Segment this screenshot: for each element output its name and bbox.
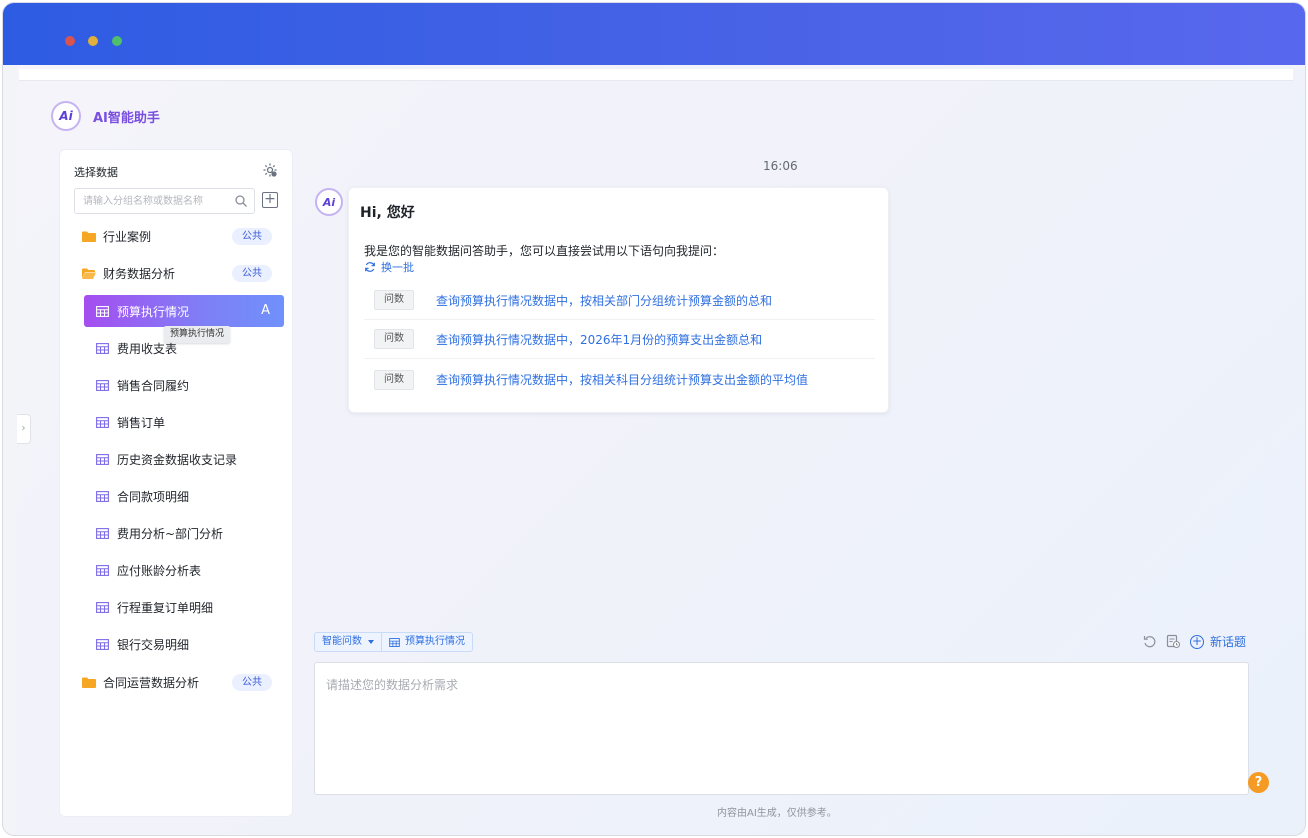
question-input-box [314, 662, 1249, 795]
group-label: 合同运营数据分析 [103, 675, 200, 690]
refresh-suggestions-button[interactable]: 换一批 [364, 259, 414, 275]
table-icon [96, 601, 109, 613]
sidebar-heading: 选择数据 [74, 166, 118, 179]
sidebar-item-label: 销售订单 [117, 415, 166, 430]
public-badge: 公共 [232, 265, 272, 282]
sidebar-item-label: 行程重复订单明细 [117, 600, 214, 615]
folder-icon [82, 231, 96, 242]
caret-down-icon [368, 640, 374, 644]
close-window-button[interactable] [65, 36, 75, 46]
welcome-message-card: Hi, 您好 我是您的智能数据问答助手，您可以直接尝试用以下语句向我提问： 换一… [348, 187, 889, 413]
table-icon [96, 490, 109, 502]
mode-select[interactable]: 智能问数 [315, 633, 381, 651]
question-text[interactable]: 查询预算执行情况数据中，按相关部门分组统计预算金额的总和 [436, 292, 772, 309]
gear-icon[interactable] [262, 162, 278, 178]
title-bar [3, 3, 1305, 65]
sidebar-item-expense-table[interactable]: 费用收支表 [84, 332, 284, 364]
table-icon [96, 342, 109, 354]
folder-icon [82, 677, 96, 688]
table-icon [389, 637, 400, 647]
sidebar-item-label: 银行交易明细 [117, 637, 190, 652]
group-label: 行业案例 [103, 229, 152, 244]
table-icon [96, 527, 109, 539]
sidebar-item-duplicate-orders[interactable]: 行程重复订单明细 [84, 591, 284, 623]
app-window: Ai AI智能助手 › 选择数据 + 行业案例 公共 财务 [2, 2, 1306, 836]
bot-avatar-icon: Ai [315, 188, 343, 216]
data-search-field [74, 188, 255, 214]
new-topic-label: 新话题 [1210, 635, 1247, 649]
data-search-input[interactable] [75, 189, 225, 213]
group-industry-cases[interactable]: 行业案例 [82, 226, 151, 246]
group-label: 财务数据分析 [103, 266, 176, 281]
sidebar-item-label: 费用分析~部门分析 [117, 526, 224, 541]
public-badge: 公共 [232, 228, 272, 245]
sidebar-item-dept-expense[interactable]: 费用分析~部门分析 [84, 517, 284, 549]
sidebar-item-label: 费用收支表 [117, 341, 178, 356]
table-icon [96, 453, 109, 465]
new-topic-button[interactable]: + 新话题 [1190, 633, 1246, 650]
dataset-chip[interactable]: 预算执行情况 [381, 633, 472, 651]
intro-text: 我是您的智能数据问答助手，您可以直接尝试用以下语句向我提问： [364, 244, 725, 258]
table-icon [96, 416, 109, 428]
sidebar-item-sales-contract[interactable]: 销售合同履约 [84, 369, 284, 401]
suggested-question[interactable]: 问数 查询预算执行情况数据中，按相关部门分组统计预算金额的总和 [364, 281, 875, 320]
top-strip [19, 69, 1293, 81]
plus-circle-icon: + [1190, 633, 1204, 649]
group-finance-analysis[interactable]: 财务数据分析 [82, 263, 175, 283]
question-text[interactable]: 查询预算执行情况数据中，2026年1月份的预算支出金额总和 [436, 331, 762, 348]
font-a-icon[interactable]: A [261, 303, 270, 318]
dataset-label: 预算执行情况 [405, 636, 465, 647]
table-icon [96, 379, 109, 391]
sidebar-item-payable-aging[interactable]: 应付账龄分析表 [84, 554, 284, 586]
suggested-question[interactable]: 问数 查询预算执行情况数据中，2026年1月份的预算支出金额总和 [364, 320, 875, 359]
sidebar-item-sales-orders[interactable]: 销售订单 [84, 406, 284, 438]
question-tag: 问数 [374, 329, 414, 349]
history-icon[interactable] [1166, 634, 1181, 649]
sidebar-item-fund-history[interactable]: 历史资金数据收支记录 [84, 443, 284, 475]
table-icon [96, 564, 109, 576]
sidebar-item-label: 合同款项明细 [117, 489, 190, 504]
data-sidebar: 选择数据 + 行业案例 公共 财务数据分析 公共 [59, 149, 293, 817]
add-group-button[interactable]: + [262, 192, 278, 208]
sidebar-toggle-chevron-icon[interactable]: › [17, 414, 31, 444]
group-contract-operations[interactable]: 合同运营数据分析 [82, 672, 199, 692]
mode-label: 智能问数 [322, 636, 362, 647]
sidebar-item-label: 历史资金数据收支记录 [117, 452, 238, 467]
app-title: AI智能助手 [93, 110, 160, 126]
suggested-question[interactable]: 问数 查询预算执行情况数据中，按相关科目分组统计预算支出金额的平均值 [364, 360, 875, 399]
message-timestamp: 16:06 [763, 159, 798, 173]
sidebar-item-budget-execution[interactable]: 预算执行情况 A [84, 295, 284, 327]
ai-disclaimer: 内容由AI生成，仅供参考。 [717, 808, 837, 819]
public-badge: 公共 [232, 674, 272, 691]
question-tag: 问数 [374, 369, 414, 390]
main-content: Ai AI智能助手 › 选择数据 + 行业案例 公共 财务 [17, 65, 1305, 835]
folder-open-icon [82, 268, 96, 279]
greeting: Hi, 您好 [360, 205, 415, 221]
table-icon [96, 305, 109, 317]
search-icon[interactable] [234, 194, 248, 208]
brand: Ai AI智能助手 [51, 101, 160, 131]
refresh-label: 换一批 [381, 261, 414, 274]
question-input[interactable] [315, 663, 1248, 794]
question-tag: 问数 [374, 290, 414, 310]
help-icon[interactable]: ? [1248, 772, 1269, 793]
sidebar-item-label: 销售合同履约 [117, 378, 190, 393]
sidebar-item-label: 应付账龄分析表 [117, 563, 202, 578]
sidebar-item-contract-payments[interactable]: 合同款项明细 [84, 480, 284, 512]
sidebar-item-label: 预算执行情况 [117, 304, 190, 319]
refresh-icon [365, 262, 375, 272]
table-icon [96, 638, 109, 650]
ai-logo-icon: Ai [51, 101, 81, 131]
maximize-window-button[interactable] [112, 36, 122, 46]
composer-context-chips: 智能问数 预算执行情况 [314, 632, 473, 652]
sidebar-item-bank-transactions[interactable]: 银行交易明细 [84, 628, 284, 660]
question-text[interactable]: 查询预算执行情况数据中，按相关科目分组统计预算支出金额的平均值 [436, 371, 808, 388]
undo-icon[interactable] [1142, 634, 1157, 649]
minimize-window-button[interactable] [88, 36, 98, 46]
